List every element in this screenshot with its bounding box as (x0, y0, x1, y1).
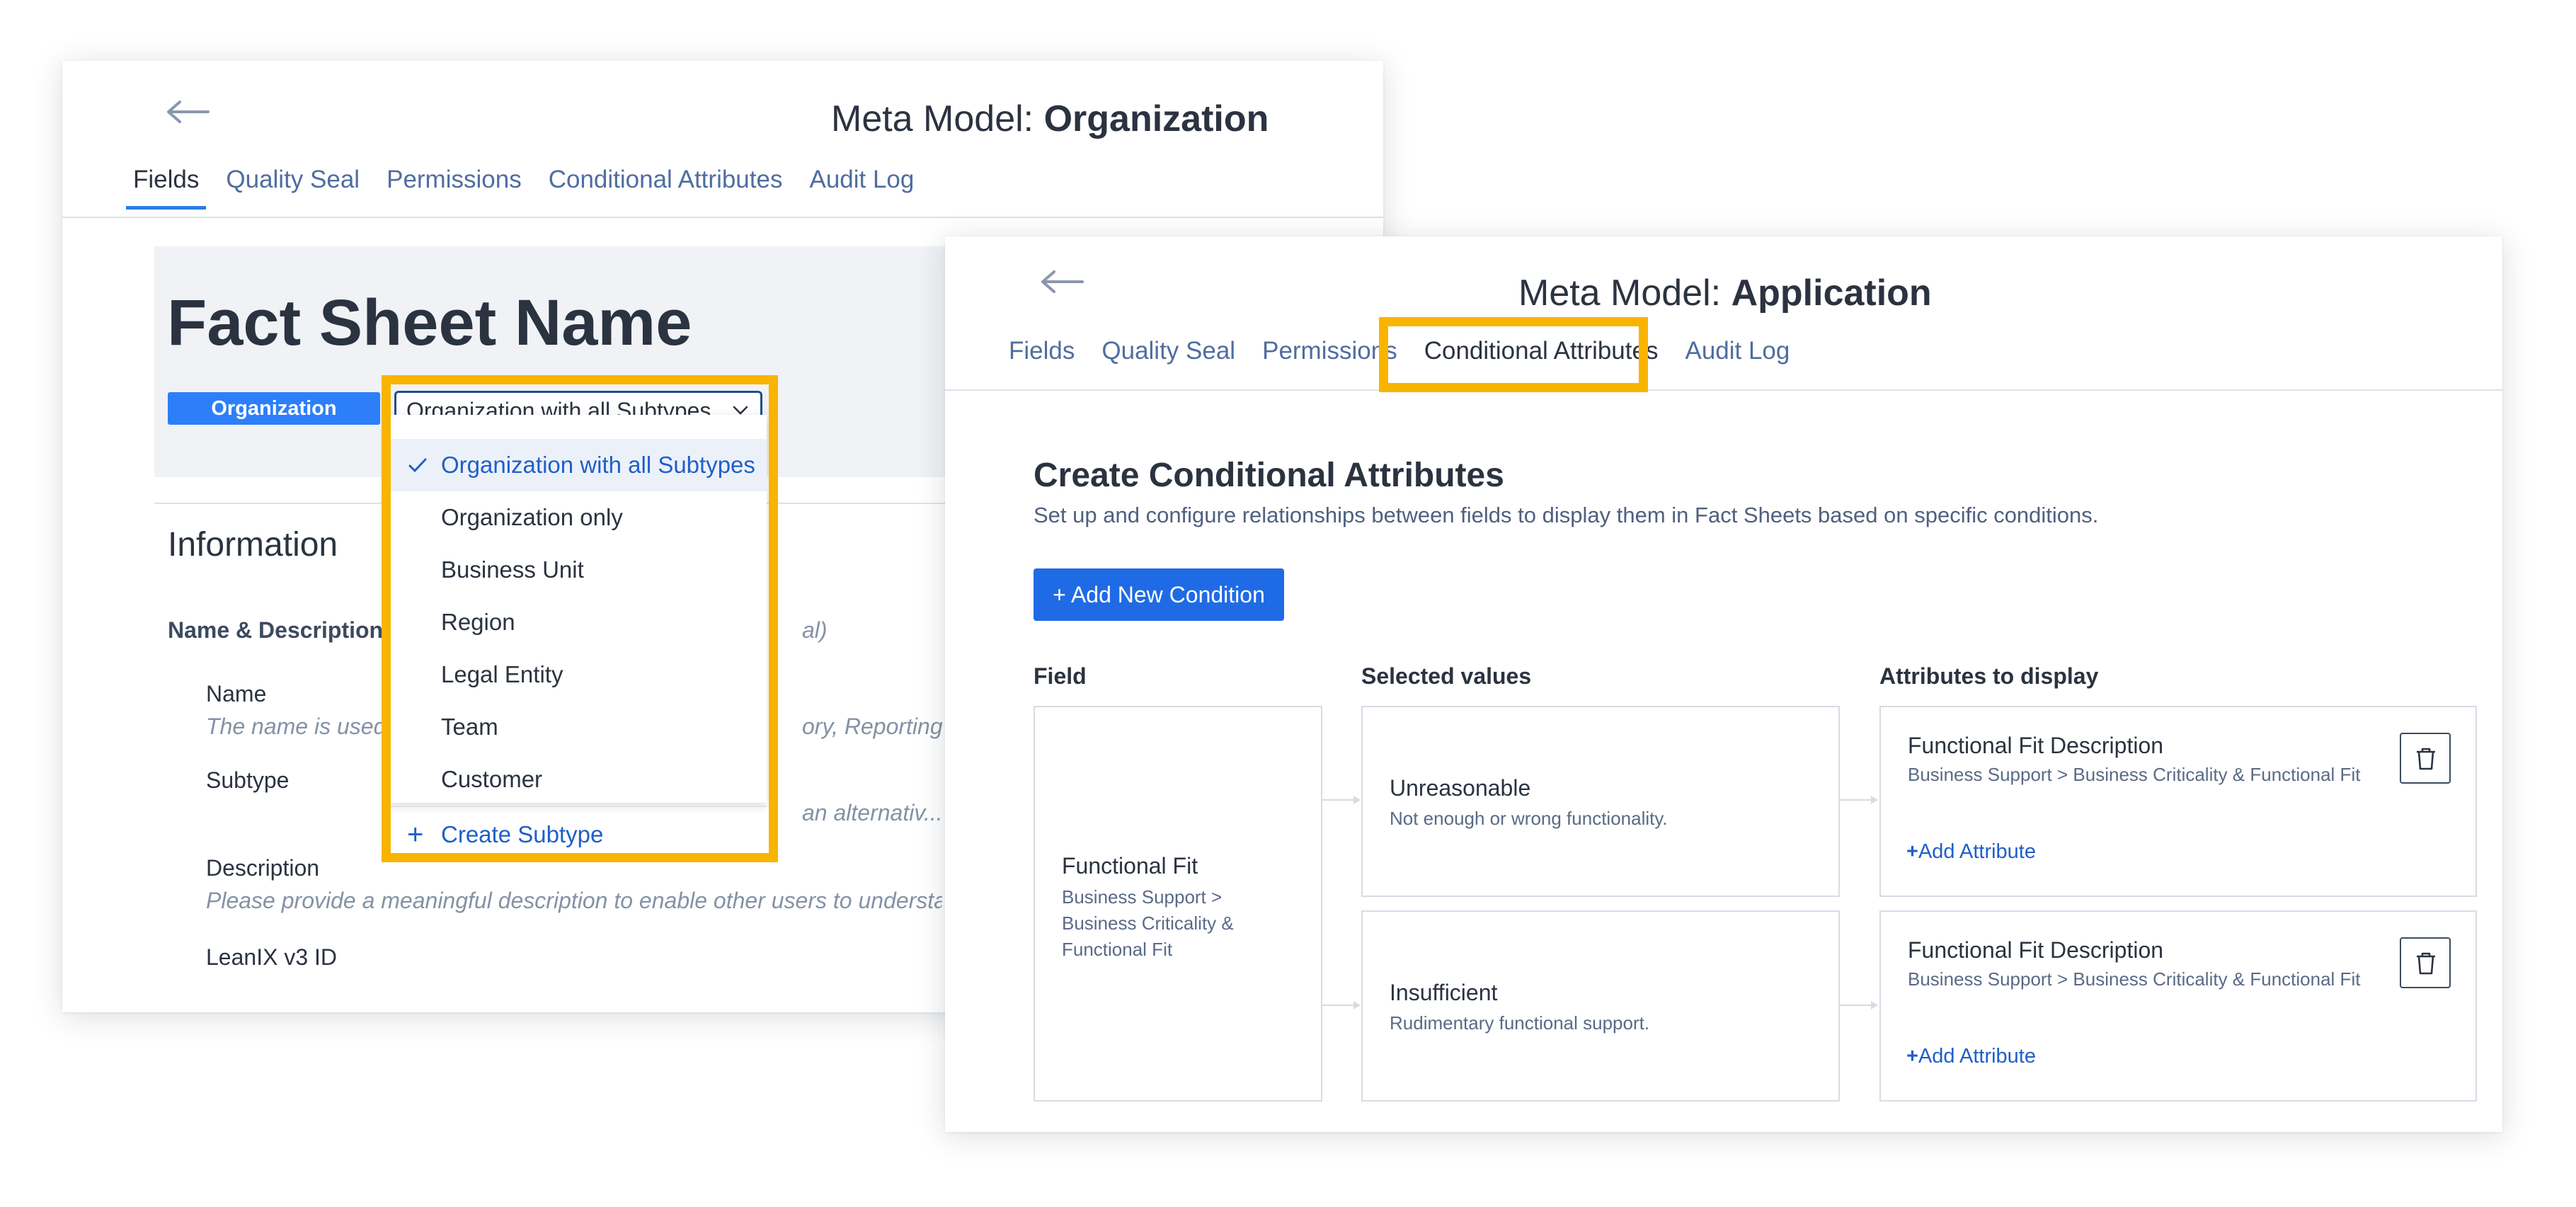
field-help-name-tail: ory, Reporting ar (802, 714, 969, 739)
field-help-subtype-tail: an alternativ... (802, 800, 943, 825)
tab-conditional-attributes[interactable]: Conditional Attributes (549, 166, 783, 210)
section-title: Information (168, 526, 338, 564)
section-label: Name & Description (168, 617, 384, 643)
attribute-title: Functional Fit Description (1908, 937, 2164, 963)
application-meta-model-window: Meta Model: Application Fields Quality S… (945, 236, 2502, 1132)
tab-conditional-attributes[interactable]: Conditional Attributes (1424, 337, 1659, 365)
column-header-selected-values: Selected values (1361, 663, 1532, 689)
delete-button[interactable] (2400, 733, 2451, 784)
dropdown-option-organization-only[interactable]: Organization only (389, 491, 767, 544)
tab-permissions[interactable]: Permissions (1262, 337, 1397, 365)
page-title: Meta Model: Organization (831, 98, 1269, 139)
tab-permissions[interactable]: Permissions (387, 166, 522, 210)
attribute-card: Functional Fit Description Business Supp… (1879, 706, 2477, 897)
value-title: Unreasonable (1390, 775, 1531, 801)
type-badge: Organization (168, 392, 380, 425)
tab-audit-log[interactable]: Audit Log (809, 166, 914, 210)
add-attribute-link[interactable]: +Add Attribute (1906, 840, 2036, 864)
field-label-description: Description (206, 855, 320, 881)
field-label-name: Name (206, 681, 267, 707)
field-label-subtype: Subtype (206, 767, 290, 793)
plus-icon: + (407, 819, 424, 850)
trash-icon (2417, 952, 2435, 975)
dropdown-option-customer[interactable]: Customer (389, 753, 767, 806)
back-arrow-icon[interactable] (1040, 268, 1085, 296)
tab-fields[interactable]: Fields (125, 166, 207, 210)
field-help-name: The name is used (206, 714, 387, 739)
value-description: Not enough or wrong functionality. (1390, 808, 1668, 829)
tab-bar: Fields Quality Seal Permissions Conditio… (125, 166, 941, 210)
tab-divider (945, 389, 2502, 391)
tab-quality-seal[interactable]: Quality Seal (1101, 337, 1235, 365)
section-subheading: Set up and configure relationships betwe… (1034, 503, 2099, 527)
tab-divider (62, 217, 1383, 218)
section-heading: Create Conditional Attributes (1034, 457, 1504, 494)
column-header-attributes: Attributes to display (1879, 663, 2099, 689)
delete-button[interactable] (2400, 937, 2451, 988)
field-help-description: Please provide a meaningful description … (206, 888, 942, 913)
subtype-dropdown-menu: Organization with all Subtypes Organizat… (389, 415, 767, 849)
dropdown-option-business-unit[interactable]: Business Unit (389, 544, 767, 596)
attribute-path: Business Support > Business Criticality … (1908, 764, 2361, 785)
page-title: Meta Model: Application (1518, 273, 1932, 314)
value-card[interactable]: Insufficient Rudimentary functional supp… (1361, 910, 1840, 1102)
value-title: Insufficient (1390, 980, 1498, 1005)
value-description: Rudimentary functional support. (1390, 1012, 1650, 1034)
dropdown-divider (389, 806, 767, 807)
connector-arrows (1840, 796, 1878, 1009)
column-header-field: Field (1034, 663, 1087, 689)
dropdown-option-region[interactable]: Region (389, 596, 767, 648)
field-card[interactable]: Functional Fit Business Support > Busine… (1034, 706, 1322, 1102)
fact-sheet-name: Fact Sheet Name (167, 287, 692, 359)
back-arrow-icon[interactable] (166, 98, 211, 126)
field-card-path: Business Support > Business Criticality … (1062, 886, 1234, 960)
section-hint: al) (802, 617, 828, 643)
dropdown-option-selected[interactable]: Organization with all Subtypes (389, 439, 767, 491)
add-new-condition-button[interactable]: + Add New Condition (1034, 568, 1284, 621)
field-label-leanix-id: LeanIX v3 ID (206, 944, 337, 970)
dropdown-option-team[interactable]: Team (389, 701, 767, 753)
trash-icon (2417, 748, 2435, 770)
value-card[interactable]: Unreasonable Not enough or wrong functio… (1361, 706, 1840, 897)
connector-arrows (1322, 796, 1361, 1009)
attribute-card: Functional Fit Description Business Supp… (1879, 910, 2477, 1102)
tab-bar: Fields Quality Seal Permissions Conditio… (1009, 337, 1816, 365)
add-attribute-link[interactable]: +Add Attribute (1906, 1045, 2036, 1068)
create-subtype-button[interactable]: + Create Subtype (389, 808, 767, 861)
tab-audit-log[interactable]: Audit Log (1685, 337, 1790, 365)
plus-icon: + (1906, 840, 1918, 863)
attribute-path: Business Support > Business Criticality … (1908, 968, 2361, 990)
field-card-title: Functional Fit (1062, 853, 1198, 879)
tab-quality-seal[interactable]: Quality Seal (226, 166, 360, 210)
plus-icon: + (1906, 1045, 1918, 1068)
dropdown-option-legal-entity[interactable]: Legal Entity (389, 648, 767, 701)
tab-fields[interactable]: Fields (1009, 337, 1075, 365)
attribute-title: Functional Fit Description (1908, 733, 2164, 758)
check-icon (408, 458, 427, 473)
